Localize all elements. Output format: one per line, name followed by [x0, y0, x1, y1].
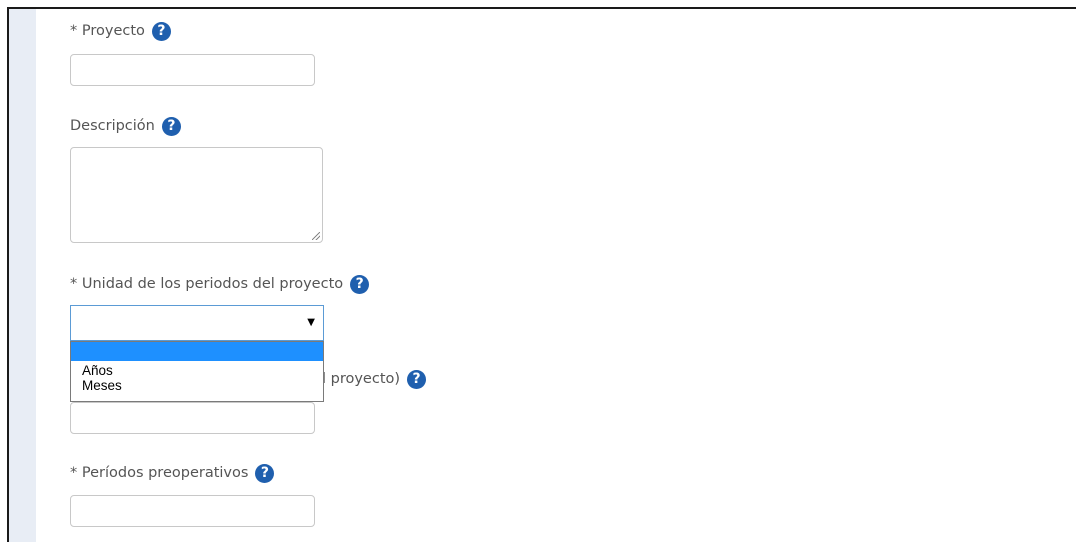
help-icon[interactable]: ?	[151, 21, 171, 41]
dropdown-option-meses[interactable]: Meses	[71, 378, 323, 393]
unidad-dropdown-list: Años Meses	[70, 341, 324, 402]
left-gutter	[9, 9, 36, 542]
proyecto-label: * Proyecto ?	[70, 21, 171, 41]
descripcion-label: Descripción ?	[70, 116, 181, 136]
help-icon[interactable]: ?	[407, 369, 427, 389]
dropdown-option-anos[interactable]: Años	[71, 363, 323, 378]
help-icon[interactable]: ?	[350, 274, 370, 294]
help-icon[interactable]: ?	[161, 116, 181, 136]
resize-handle-icon[interactable]	[312, 232, 320, 240]
unidad-select[interactable]: ▼	[70, 305, 324, 341]
dropdown-option-empty[interactable]	[71, 342, 323, 361]
proyecto-input[interactable]	[70, 54, 315, 86]
descripcion-textarea[interactable]	[70, 147, 323, 243]
duracion-label: l proyecto) ?	[322, 369, 427, 389]
preoperativos-label: * Períodos preoperativos ?	[70, 463, 275, 483]
chevron-down-icon: ▼	[307, 317, 315, 328]
unidad-label: * Unidad de los periodos del proyecto ?	[70, 274, 370, 294]
duracion-input[interactable]	[70, 402, 315, 434]
help-icon[interactable]: ?	[255, 463, 275, 483]
preoperativos-input[interactable]	[70, 495, 315, 527]
